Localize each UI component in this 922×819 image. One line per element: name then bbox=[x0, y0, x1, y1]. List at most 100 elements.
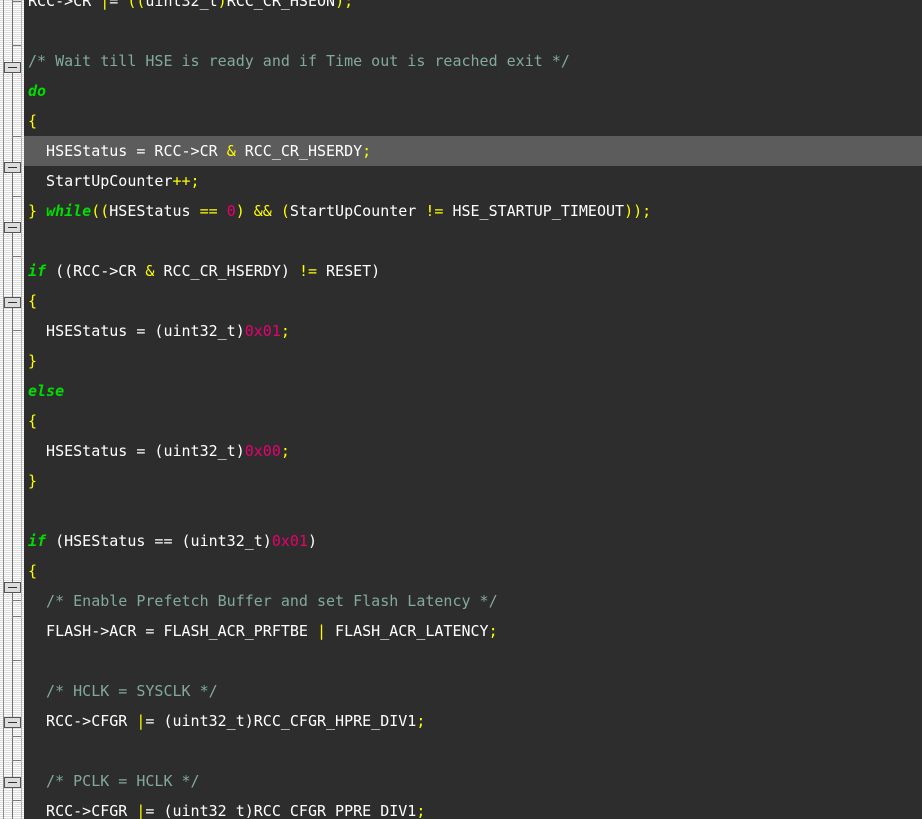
code-line-hseon[interactable]: RCC->CR |= ((uint32_t)RCC_CR_HSEON); bbox=[24, 0, 922, 16]
token: ; bbox=[362, 142, 372, 160]
token: ; bbox=[488, 622, 498, 640]
code-line-comment-wait-hse[interactable]: /* Wait till HSE is ready and if Time ou… bbox=[24, 46, 922, 76]
token: StartUpCounter bbox=[28, 172, 173, 190]
token: /* Enable Prefetch Buffer and set Flash … bbox=[28, 592, 498, 610]
code-line-else-1[interactable]: else bbox=[24, 376, 922, 406]
fold-range-tick-9 bbox=[12, 736, 21, 737]
token: ; bbox=[416, 712, 426, 730]
token: = bbox=[109, 0, 128, 10]
code-line-close-brace-if[interactable]: } bbox=[24, 346, 922, 376]
token: /* Wait till HSE is ready and if Time ou… bbox=[28, 52, 570, 70]
code-line-blank-1[interactable] bbox=[24, 16, 922, 46]
fold-marker-else-fail[interactable] bbox=[4, 777, 21, 788]
token: { bbox=[28, 292, 38, 310]
fold-marker-while-sws[interactable] bbox=[4, 717, 21, 728]
code-line-cfgr-ppre[interactable]: RCC->CFGR |= (uint32_t)RCC_CFGR_PPRE_DIV… bbox=[24, 796, 922, 819]
code-line-hsestatus-assign[interactable]: HSEStatus = RCC->CR & RCC_CR_HSERDY; bbox=[24, 136, 922, 166]
token: && bbox=[253, 202, 272, 220]
code-line-hsestatus-00[interactable]: HSEStatus = (uint32_t)0x00; bbox=[24, 436, 922, 466]
token: ) bbox=[235, 202, 254, 220]
token: 0x01 bbox=[244, 322, 281, 340]
token: 0x00 bbox=[244, 442, 281, 460]
code-line-blank-2[interactable] bbox=[24, 226, 922, 256]
token: FLASH_ACR_LATENCY bbox=[326, 622, 489, 640]
fold-marker-else[interactable] bbox=[4, 222, 21, 233]
token: ( bbox=[271, 202, 290, 220]
fold-range-tick-5 bbox=[12, 330, 21, 331]
token: ; bbox=[416, 802, 426, 819]
code-line-open-brace-if2[interactable]: { bbox=[24, 556, 922, 586]
code-line-hsestatus-01[interactable]: HSEStatus = (uint32_t)0x01; bbox=[24, 316, 922, 346]
code-line-blank-4[interactable] bbox=[24, 646, 922, 676]
gutter-guide-line-mid bbox=[12, 0, 13, 819]
token: ) bbox=[217, 0, 227, 10]
code-line-if-hserdy[interactable]: if ((RCC->CR & RCC_CR_HSERDY) != RESET) bbox=[24, 256, 922, 286]
token: /* HCLK = SYSCLK */ bbox=[28, 682, 218, 700]
code-line-comment-prefetch[interactable]: /* Enable Prefetch Buffer and set Flash … bbox=[24, 586, 922, 616]
token: { bbox=[28, 562, 38, 580]
code-content-area[interactable]: RCC->CR |= ((uint32_t)RCC_CR_HSEON); /* … bbox=[24, 0, 922, 819]
token: RCC->CFGR bbox=[28, 802, 137, 819]
code-line-comment-pclk[interactable]: /* PCLK = HCLK */ bbox=[24, 766, 922, 796]
token: != bbox=[425, 202, 444, 220]
token: )); bbox=[624, 202, 652, 220]
token: StartUpCounter bbox=[289, 202, 426, 220]
token: (( bbox=[91, 202, 110, 220]
token: | bbox=[100, 0, 110, 10]
token: } bbox=[28, 352, 38, 370]
token: ) bbox=[307, 532, 317, 550]
token: | bbox=[316, 622, 327, 640]
token: RCC_CR_HSEON bbox=[226, 0, 336, 10]
gutter-guide-line-left bbox=[3, 0, 4, 819]
code-line-comment-hclk[interactable]: /* HCLK = SYSCLK */ bbox=[24, 676, 922, 706]
code-line-blank-3[interactable] bbox=[24, 496, 922, 526]
token: ; bbox=[280, 322, 290, 340]
code-line-flash-acr[interactable]: FLASH->ACR = FLASH_ACR_PRFTBE | FLASH_AC… bbox=[24, 616, 922, 646]
fold-range-tick-0 bbox=[12, 1, 21, 2]
gutter-guide-line-right bbox=[21, 0, 22, 819]
token: = (uint32_t)RCC_CFGR_PPRE_DIV1 bbox=[145, 802, 417, 819]
code-line-open-brace-else[interactable]: { bbox=[24, 406, 922, 436]
token: { bbox=[28, 412, 38, 430]
token: (( bbox=[127, 0, 146, 10]
fold-range-tick-10 bbox=[12, 760, 21, 761]
code-line-blank-5[interactable] bbox=[24, 736, 922, 766]
code-line-open-brace-do[interactable]: { bbox=[24, 106, 922, 136]
fold-range-tick-7 bbox=[12, 616, 21, 617]
code-line-open-brace-if[interactable]: { bbox=[24, 286, 922, 316]
code-line-while-hsestatus[interactable]: } while((HSEStatus == 0) && (StartUpCoun… bbox=[24, 196, 922, 226]
code-editor[interactable]: RCC->CR |= ((uint32_t)RCC_CR_HSEON); /* … bbox=[0, 0, 922, 819]
token: (HSEStatus == (uint32_t) bbox=[46, 532, 272, 550]
fold-range-tick-4 bbox=[12, 256, 21, 257]
token: ); bbox=[335, 0, 354, 10]
code-line-cfgr-hpre[interactable]: RCC->CFGR |= (uint32_t)RCC_CFGR_HPRE_DIV… bbox=[24, 706, 922, 736]
token: while bbox=[46, 202, 92, 220]
token: if bbox=[28, 532, 47, 550]
fold-range-tick-1 bbox=[12, 45, 21, 46]
token: HSEStatus = (uint32_t) bbox=[28, 322, 245, 340]
token: do bbox=[28, 82, 47, 100]
code-line-close-brace-else[interactable]: } bbox=[24, 466, 922, 496]
token: /* PCLK = HCLK */ bbox=[28, 772, 200, 790]
token: HSEStatus bbox=[109, 202, 200, 220]
fold-marker-do[interactable] bbox=[4, 62, 21, 73]
fold-marker-if-hsestatus[interactable] bbox=[4, 297, 21, 308]
token: FLASH->ACR = FLASH_ACR_PRFTBE bbox=[28, 622, 317, 640]
code-line-if-hsestatus-01[interactable]: if (HSEStatus == (uint32_t)0x01) bbox=[24, 526, 922, 556]
token: uint32_t bbox=[145, 0, 218, 10]
token: else bbox=[28, 382, 65, 400]
fold-range-tick-3 bbox=[12, 196, 21, 197]
token: { bbox=[28, 112, 38, 130]
fold-gutter[interactable] bbox=[0, 0, 24, 819]
token: if bbox=[28, 262, 47, 280]
code-line-startupcounter-inc[interactable]: StartUpCounter++; bbox=[24, 166, 922, 196]
code-line-do[interactable]: do bbox=[24, 76, 922, 106]
token: } bbox=[28, 472, 38, 490]
token: 0x01 bbox=[271, 532, 308, 550]
token: } bbox=[28, 202, 47, 220]
fold-marker-if-hserdy[interactable] bbox=[4, 162, 21, 173]
token: HSEStatus = RCC->CR bbox=[28, 142, 227, 160]
token: ++; bbox=[172, 172, 200, 190]
token: = (uint32_t)RCC_CFGR_HPRE_DIV1 bbox=[145, 712, 417, 730]
fold-marker-while-pllrdy[interactable] bbox=[4, 582, 21, 593]
